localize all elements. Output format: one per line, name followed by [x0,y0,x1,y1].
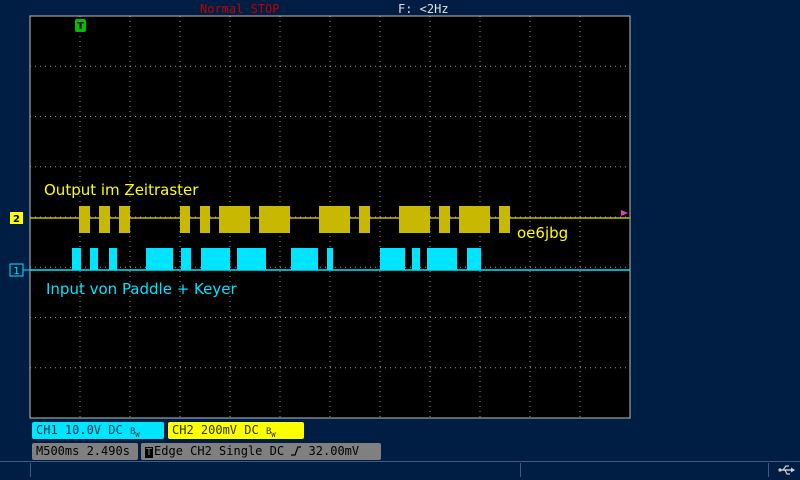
trigger-level-value: 32.00mV [308,444,360,458]
trigger-icon: T [145,447,154,458]
ch1-bandwidth-limit-icon: BW [129,427,140,439]
ch1-pulse [181,248,191,270]
ch2-pulse [399,206,430,233]
ch2-pulse [459,206,490,233]
ch2-pulse [499,206,510,233]
ch1-pulse [327,248,333,270]
ch2-pulse [200,206,210,233]
ch1-pulse [146,248,173,270]
timebase-settings[interactable]: M500ms 2.490s [32,443,138,460]
ch2-offset-marker[interactable]: 2 [10,212,23,225]
svg-text:1: 1 [13,266,19,277]
ch2-pulse [219,206,250,233]
callsign-annotation: oe6jbg [517,224,569,242]
ch1-pulse [291,248,318,270]
ch1-pulse [467,248,481,270]
ch1-pulse [90,248,98,270]
ch2-pulse [359,206,370,233]
bottom-separator [30,463,31,477]
ch1-settings-label: CH1 10.0V DC [36,423,123,437]
trigger-frequency: F: <2Hz [398,2,449,16]
ch1-pulse [412,248,420,270]
run-status: Normal STOP [200,2,280,16]
ch2-settings[interactable]: CH2 200mV DC BW [168,422,304,439]
ch1-pulse [201,248,230,270]
trigger-settings[interactable]: T Edge CH2 Single DC 32.00mV [141,443,381,460]
input-annotation: Input von Paddle + Keyer [46,280,237,298]
ch1-pulse [72,248,81,270]
trigger-position-marker[interactable]: T [75,19,86,32]
ch2-pulse [79,206,90,233]
bottom-separator [520,463,521,477]
output-annotation: Output im Zeitraster [44,181,199,199]
trigger-settings-label: Edge CH2 Single DC [154,444,285,458]
bottom-divider [0,461,800,462]
ch2-pulse [119,206,130,233]
ch1-offset-marker[interactable]: 1 [9,263,30,277]
rising-edge-icon [291,446,302,456]
bottom-separator [768,463,769,477]
ch2-pulse [180,206,190,233]
svg-text:T: T [77,21,84,32]
ch1-pulse [380,248,405,270]
ch1-settings[interactable]: CH1 10.0V DC BW [32,422,164,439]
ch2-pulse [99,206,110,233]
ch2-settings-label: CH2 200mV DC [172,423,259,437]
ch2-pulse [259,206,290,233]
usb-icon [778,465,795,475]
svg-text:2: 2 [13,214,20,225]
ch2-bandwidth-limit-icon: BW [265,427,276,439]
ch1-pulse [237,248,266,270]
ch2-pulse [319,206,350,233]
ch1-pulse [427,248,457,270]
ch1-pulse [109,248,117,270]
ch2-pulse [439,206,450,233]
scope-display: T 2 1 [9,15,631,419]
